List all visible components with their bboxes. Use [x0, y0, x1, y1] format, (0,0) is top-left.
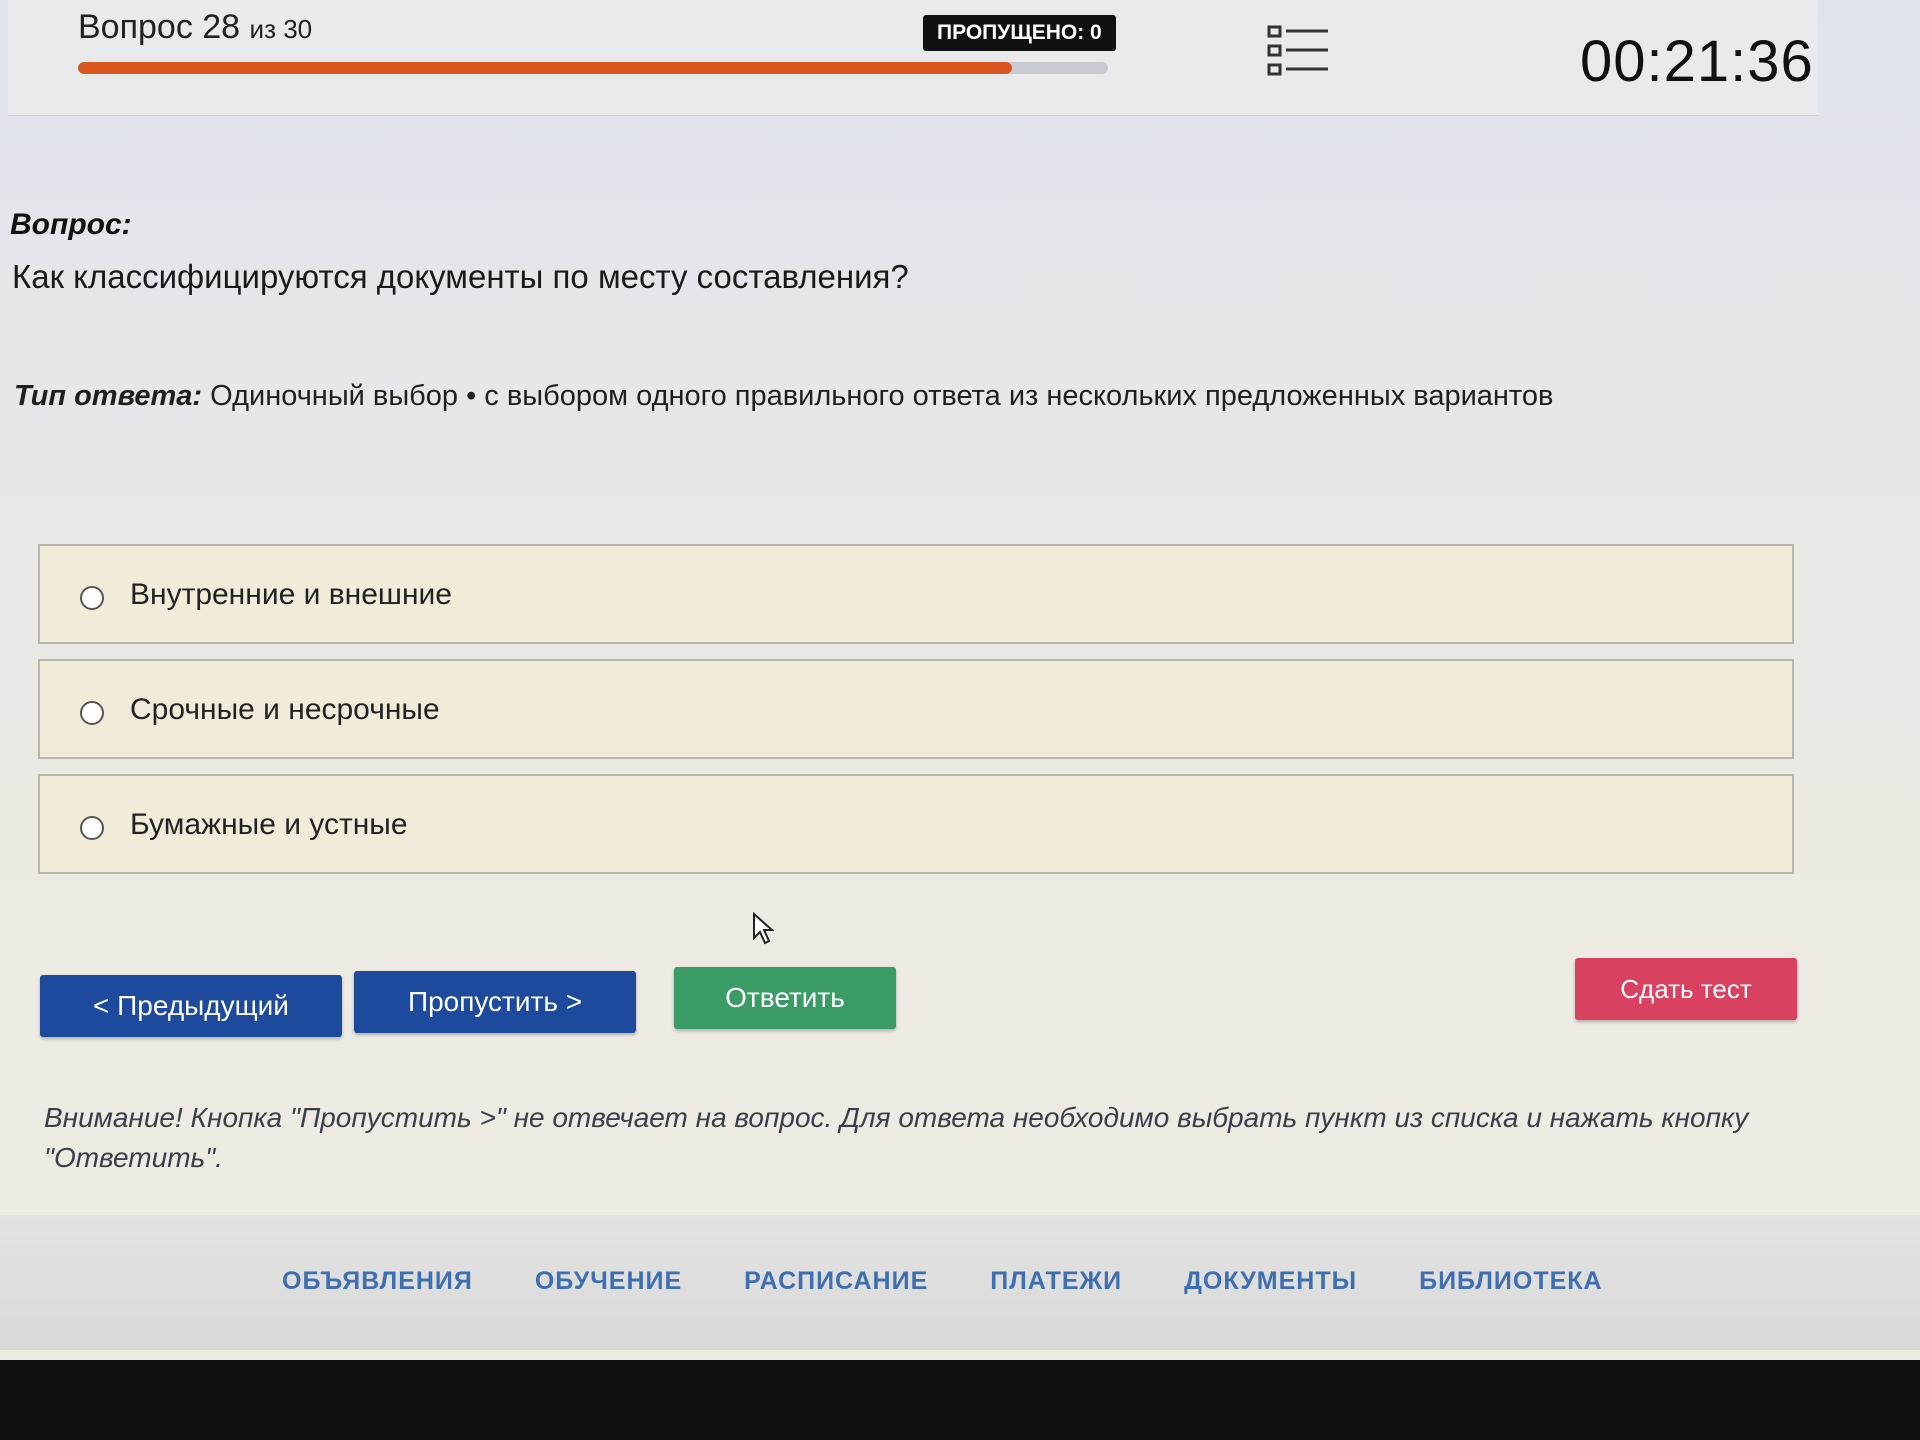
answer-option-3[interactable]: Бумажные и устные: [38, 774, 1794, 874]
question-total: из 30: [249, 14, 313, 44]
warning-note: Внимание! Кнопка "Пропустить >" не отвеч…: [44, 1102, 1749, 1173]
answer-type: Тип ответа: Одиночный выбор • с выбором …: [14, 380, 1553, 413]
radio-icon[interactable]: [80, 586, 104, 610]
monitor-bezel: [0, 1360, 1920, 1440]
footer: ОБЪЯВЛЕНИЯ ОБУЧЕНИЕ РАСПИСАНИЕ ПЛАТЕЖИ Д…: [0, 1215, 1920, 1350]
radio-icon[interactable]: [80, 816, 104, 840]
radio-icon[interactable]: [80, 701, 104, 725]
footer-nav: ОБЪЯВЛЕНИЯ ОБУЧЕНИЕ РАСПИСАНИЕ ПЛАТЕЖИ Д…: [282, 1267, 1603, 1296]
previous-button[interactable]: < Предыдущий: [40, 975, 342, 1037]
answer-type-label: Тип ответа:: [14, 380, 203, 412]
option-label: Внутренние и внешние: [130, 578, 452, 611]
question-label: Вопрос:: [10, 208, 132, 241]
timer: 00:21:36: [1580, 29, 1814, 94]
nav-payments[interactable]: ПЛАТЕЖИ: [990, 1267, 1122, 1296]
question-list-icon[interactable]: [1266, 22, 1332, 80]
option-label: Срочные и несрочные: [130, 693, 440, 726]
screen: Вопрос 28 из 30 ПРОПУЩЕНО: 0 00:21:36 Во…: [0, 0, 1920, 1360]
question-number: Вопрос 28: [78, 8, 241, 46]
skipped-badge: ПРОПУЩЕНО: 0: [923, 15, 1116, 51]
question-counter: Вопрос 28 из 30: [78, 8, 312, 47]
question-text: Как классифицируются документы по месту …: [12, 258, 909, 295]
nav-library[interactable]: БИБЛИОТЕКА: [1419, 1267, 1603, 1296]
nav-documents[interactable]: ДОКУМЕНТЫ: [1184, 1267, 1357, 1296]
answer-option-1[interactable]: Внутренние и внешние: [38, 544, 1794, 644]
answer-button[interactable]: Ответить: [674, 967, 896, 1029]
mouse-cursor-icon: [752, 911, 776, 946]
progress-fill: [78, 62, 1013, 74]
answer-type-value: Одиночный выбор • с выбором одного прави…: [210, 380, 1554, 412]
nav-schedule[interactable]: РАСПИСАНИЕ: [744, 1267, 928, 1296]
nav-learning[interactable]: ОБУЧЕНИЕ: [535, 1267, 682, 1296]
answer-option-2[interactable]: Срочные и несрочные: [38, 659, 1794, 759]
nav-announcements[interactable]: ОБЪЯВЛЕНИЯ: [282, 1267, 473, 1296]
progress-bar: [78, 62, 1108, 74]
skip-button[interactable]: Пропустить >: [354, 971, 636, 1033]
submit-test-button[interactable]: Сдать тест: [1575, 958, 1797, 1020]
option-label: Бумажные и устные: [130, 808, 408, 841]
top-bar: Вопрос 28 из 30 ПРОПУЩЕНО: 0 00:21:36: [8, 0, 1818, 116]
